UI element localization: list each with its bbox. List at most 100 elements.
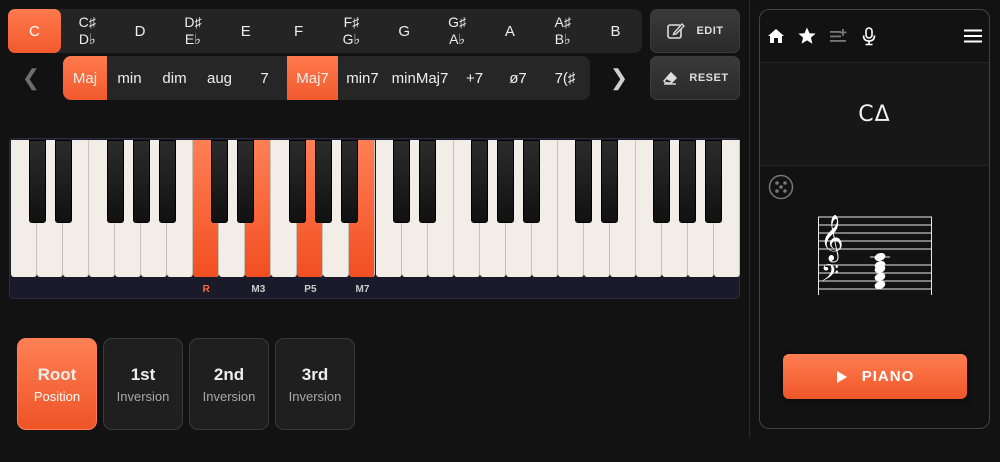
root-note-top-label: G♯ [448,14,466,30]
root-note-bottom-label: A♭ [449,31,466,47]
interval-label: P5 [304,284,317,295]
chord-panel: CΔ 𝄞 𝄢 PIANO [759,9,990,429]
inversion-title: 2nd [213,364,245,384]
edit-icon [667,22,686,39]
inversion-button-4[interactable]: 3rd Inversion [275,338,355,430]
root-note-top-label: C♯ [78,14,96,30]
root-note-bottom-label: G♭ [342,31,361,47]
quality-option-2[interactable]: min [107,56,152,100]
root-note-9[interactable]: G♯ A♭ [431,9,484,53]
black-key[interactable] [575,140,593,223]
panel-divider [749,0,750,438]
quality-option-7[interactable]: min7 [338,56,387,100]
root-note-top-label: C [28,22,40,40]
edit-button[interactable]: EDIT [650,9,740,53]
quality-row: ❮ Maj min dim aug 7 Maj7 min7 minMaj7 +7 ø7 7(♯ ❯ [8,56,642,100]
black-key[interactable] [106,140,124,223]
piano-keys[interactable] [11,140,740,277]
quality-option-9[interactable]: +7 [453,56,496,100]
inversion-subtitle: Inversion [116,388,170,404]
root-note-5[interactable]: E [219,9,272,53]
black-key[interactable] [419,140,437,223]
inversion-button-1[interactable]: Root Position [17,338,97,430]
black-key[interactable] [314,140,332,223]
root-note-top-label: G [398,22,411,40]
black-key[interactable] [601,140,619,223]
black-key[interactable] [653,140,671,223]
black-key[interactable] [497,140,515,223]
quality-bar[interactable]: Maj min dim aug 7 Maj7 min7 minMaj7 +7 ø7 7(♯ [63,56,590,100]
root-note-top-label: D [134,22,146,40]
root-note-bottom-label: D♭ [78,31,96,47]
star-icon[interactable] [796,25,818,47]
home-icon[interactable] [765,25,787,47]
root-note-2[interactable]: C♯ D♭ [61,9,114,53]
black-key[interactable] [236,140,254,223]
black-key[interactable] [393,140,411,223]
root-note-10[interactable]: A [483,9,536,53]
black-key[interactable] [679,140,697,223]
piano-keyboard[interactable]: R M3 P5 M7 [9,138,740,299]
play-icon [836,370,847,383]
quality-option-10[interactable]: ø7 [496,56,540,100]
root-note-bottom-label: E♭ [184,31,201,47]
root-note-top-label: B [610,22,621,40]
inversion-title: Root [37,364,77,384]
root-note-1[interactable]: C [8,9,61,53]
inversion-button-3[interactable]: 2nd Inversion [189,338,269,430]
dice-icon[interactable] [768,174,794,205]
root-note-top-label: D♯ [184,14,202,30]
black-key[interactable] [28,140,46,223]
edit-label: EDIT [696,25,724,37]
root-note-3[interactable]: D [114,9,167,53]
bass-clef-icon: 𝄢 [821,259,839,292]
inversion-button-2[interactable]: 1st Inversion [103,338,183,430]
root-note-7[interactable]: F♯ G♭ [325,9,378,53]
root-note-12[interactable]: B [589,9,642,53]
root-note-8[interactable]: G [378,9,431,53]
black-key[interactable] [210,140,228,223]
chord-symbol: CΔ [858,101,891,127]
play-label: PIANO [861,368,915,385]
play-piano-button[interactable]: PIANO [783,354,967,399]
quality-option-4[interactable]: aug [197,56,242,100]
chord-symbol-display: CΔ [760,62,989,166]
menu-icon[interactable] [962,25,984,47]
root-note-bar: C C♯ D♭ D D♯ E♭ E F F♯ G♭ G G♯ A♭ A A♯ B♭ B [8,9,642,53]
music-staff: 𝄞 𝄢 [818,215,932,295]
root-note-bottom-label: B♭ [554,31,571,47]
treble-clef-icon: 𝄞 [820,215,844,263]
inversion-subtitle: Inversion [202,388,256,404]
root-note-top-label: F♯ [343,14,360,30]
black-key[interactable] [340,140,358,223]
quality-option-5[interactable]: 7 [242,56,287,100]
microphone-icon[interactable] [858,25,880,47]
quality-option-3[interactable]: dim [152,56,197,100]
quality-option-6[interactable]: Maj7 [287,56,338,100]
reset-button[interactable]: RESET [650,56,740,100]
black-key[interactable] [705,140,723,223]
black-key[interactable] [288,140,306,223]
root-note-4[interactable]: D♯ E♭ [166,9,219,53]
black-key[interactable] [471,140,489,223]
root-note-top-label: A [504,22,515,40]
inversion-title: 3rd [301,364,329,384]
chord-notes [870,252,890,290]
root-note-6[interactable]: F [272,9,325,53]
black-key[interactable] [158,140,176,223]
scroll-right-arrow-icon[interactable]: ❯ [604,64,634,92]
quality-option-8[interactable]: minMaj7 [387,56,453,100]
root-note-top-label: F [293,22,304,40]
root-note-top-label: E [240,22,251,40]
quality-option-11[interactable]: 7(♯ [540,56,590,100]
eraser-icon [663,71,678,85]
playlist-icon[interactable] [827,25,849,47]
interval-label: M3 [251,284,266,295]
black-key[interactable] [54,140,72,223]
scroll-left-arrow-icon[interactable]: ❮ [16,64,46,92]
black-key[interactable] [132,140,150,223]
root-note-11[interactable]: A♯ B♭ [536,9,589,53]
inversion-subtitle: Inversion [288,388,342,404]
quality-option-1[interactable]: Maj [63,56,107,100]
black-key[interactable] [523,140,541,223]
